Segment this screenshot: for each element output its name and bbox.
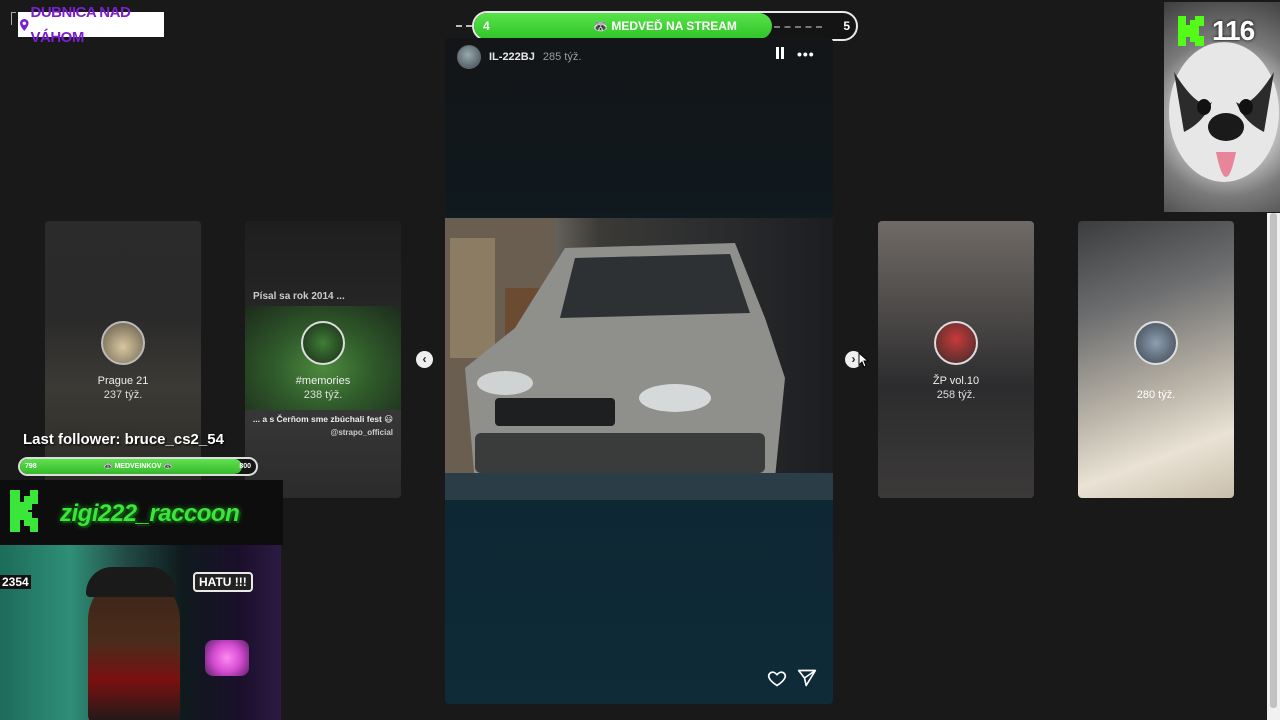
location-badge: DUBNICA NAD VÁHOM: [18, 4, 164, 46]
map-pin-icon: [20, 18, 29, 31]
card-avatar: [934, 321, 978, 365]
follower-target: 800: [239, 463, 251, 470]
channel-name: zigi222_raccoon: [60, 500, 240, 527]
card-title: #memories: [295, 375, 351, 387]
card-time: 280 týž.: [1136, 389, 1176, 401]
mouse-cursor-icon: [858, 352, 870, 368]
corner-mark: [11, 12, 16, 25]
streamer-webcam: HATU !!! 2354: [0, 545, 281, 720]
goal-target-value: 5: [843, 19, 850, 33]
viewer-count: 116: [1212, 15, 1255, 46]
more-icon[interactable]: •••: [797, 46, 815, 62]
kick-logo-icon: [1178, 16, 1204, 46]
channel-banner: zigi222_raccoon: [0, 480, 283, 545]
kick-logo-icon: [10, 490, 38, 532]
heart-icon[interactable]: [767, 668, 787, 688]
scrollbar-thumb[interactable]: [1270, 213, 1277, 708]
location-label: DUBNICA NAD VÁHOM: [30, 3, 131, 46]
card-time: 258 týž.: [936, 389, 976, 401]
card-avatar: [301, 321, 345, 365]
last-follower-label: Last follower: bruce_cs2_54: [23, 431, 224, 448]
goal-lead-dash: [456, 25, 472, 27]
page-scrollbar[interactable]: [1267, 213, 1280, 720]
story-card-memories[interactable]: Písal sa rok 2014 ... #memories 238 týž.…: [245, 221, 401, 498]
card-title: Prague 21: [97, 375, 149, 387]
active-story[interactable]: IL-222BJ 285 týž. •••: [445, 38, 833, 704]
card-avatar: [1134, 321, 1178, 365]
webcam-counter: 2354: [0, 575, 31, 589]
story-username[interactable]: IL-222BJ: [489, 51, 535, 63]
follower-goal-label: 🦝 MEDVEINKOV 🦝: [103, 463, 173, 470]
pause-icon[interactable]: [775, 47, 785, 59]
card-avatar: [101, 321, 145, 365]
webcam-neon-sign: HATU !!!: [193, 572, 253, 592]
card-time: 238 týž.: [303, 389, 343, 401]
kick-viewer-count: 116: [1178, 15, 1255, 47]
card-credit: @strapo_official: [330, 428, 393, 437]
story-card-dog[interactable]: 280 týž.: [1078, 221, 1234, 498]
follower-goal-bar: 798 🦝 MEDVEINKOV 🦝 800: [18, 457, 258, 476]
card-top-text: Písal sa rok 2014 ...: [253, 291, 345, 302]
send-icon[interactable]: [797, 668, 817, 688]
card-title: ŽP vol.10: [932, 375, 980, 387]
stream-goal-bar: 4 🦝 MEDVEĎ NA STREAM 5: [472, 11, 858, 41]
card-caption: ... a s Čerňom sme zbúchali fest 😃: [252, 414, 394, 424]
story-time: 285 týž.: [542, 51, 582, 63]
neon-hex-lights: [205, 640, 249, 676]
goal-label: 🦝 MEDVEĎ NA STREAM: [593, 19, 737, 33]
car-illustration: [445, 218, 833, 500]
streamer-headphones: [86, 567, 176, 597]
story-photo-car: [445, 218, 833, 500]
card-time: 237 týž.: [103, 389, 143, 401]
story-header: IL-222BJ 285 týž.: [457, 44, 581, 70]
previous-story-button[interactable]: ‹: [416, 351, 433, 368]
story-avatar[interactable]: [457, 45, 481, 69]
story-card-zp[interactable]: ŽP vol.10 258 týž.: [878, 221, 1034, 498]
